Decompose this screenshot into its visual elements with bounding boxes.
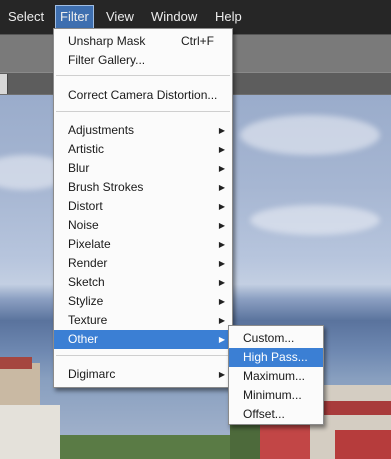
submenu-arrow-icon: ▶ — [218, 202, 225, 211]
menu-item-render[interactable]: Render ▶ — [54, 254, 232, 273]
menu-separator — [56, 111, 230, 112]
roof — [335, 430, 391, 459]
menu-separator — [56, 355, 230, 356]
menu-item-digimarc[interactable]: Digimarc ▶ — [54, 365, 232, 384]
menu-item-label: Render — [68, 256, 108, 270]
submenu-arrow-icon: ▶ — [218, 297, 225, 306]
menu-item-noise[interactable]: Noise ▶ — [54, 216, 232, 235]
menu-item-label: Pixelate — [68, 237, 111, 251]
submenu-arrow-icon: ▶ — [218, 183, 225, 192]
shortcut-label: Ctrl+F — [181, 34, 214, 48]
submenu-item-offset[interactable]: Offset... — [229, 405, 323, 424]
menu-item-correct-camera-distortion[interactable]: Correct Camera Distortion... — [54, 86, 232, 105]
menu-item-brush-strokes[interactable]: Brush Strokes ▶ — [54, 178, 232, 197]
menu-item-label: Blur — [68, 161, 90, 175]
menu-item-adjustments[interactable]: Adjustments ▶ — [54, 121, 232, 140]
menu-item-label: Maximum... — [243, 369, 306, 383]
menu-item-label: Distort — [68, 199, 103, 213]
menu-item-artistic[interactable]: Artistic ▶ — [54, 140, 232, 159]
submenu-item-high-pass[interactable]: High Pass... — [229, 348, 323, 367]
menu-item-other[interactable]: Other ▶ — [54, 330, 232, 349]
menu-item-label: Adjustments — [68, 123, 135, 137]
menu-item-sketch[interactable]: Sketch ▶ — [54, 273, 232, 292]
submenu-arrow-icon: ▶ — [218, 278, 225, 287]
document-tab[interactable] — [0, 74, 8, 94]
menu-item-label: Filter Gallery... — [68, 53, 146, 67]
submenu-arrow-icon: ▶ — [218, 335, 225, 344]
roof — [0, 357, 32, 369]
submenu-arrow-icon: ▶ — [218, 145, 225, 154]
submenu-arrow-icon: ▶ — [218, 221, 225, 230]
menu-item-unsharp-mask[interactable]: Unsharp Mask Ctrl+F — [54, 32, 232, 51]
menu-item-label: Minimum... — [243, 388, 302, 402]
cloud — [240, 115, 380, 155]
menu-item-label: Custom... — [243, 331, 295, 345]
menu-item-filter-gallery[interactable]: Filter Gallery... — [54, 51, 232, 70]
menu-item-pixelate[interactable]: Pixelate ▶ — [54, 235, 232, 254]
menu-separator — [56, 75, 230, 76]
submenu-arrow-icon: ▶ — [218, 316, 225, 325]
menu-item-label: Unsharp Mask — [68, 34, 146, 48]
menu-select[interactable]: Select — [8, 0, 44, 34]
menu-item-label: High Pass... — [243, 350, 308, 364]
menu-item-label: Texture — [68, 313, 108, 327]
submenu-arrow-icon: ▶ — [218, 259, 225, 268]
submenu-item-maximum[interactable]: Maximum... — [229, 367, 323, 386]
menu-item-label: Digimarc — [68, 367, 116, 381]
menu-item-stylize[interactable]: Stylize ▶ — [54, 292, 232, 311]
menu-item-blur[interactable]: Blur ▶ — [54, 159, 232, 178]
menu-item-label: Offset... — [243, 407, 285, 421]
other-submenu: Custom... High Pass... Maximum... Minimu… — [228, 325, 324, 425]
filter-menu: Unsharp Mask Ctrl+F Filter Gallery... Co… — [53, 28, 233, 388]
menu-item-label: Brush Strokes — [68, 180, 144, 194]
menu-item-label: Sketch — [68, 275, 105, 289]
building — [0, 405, 60, 459]
submenu-arrow-icon: ▶ — [218, 240, 225, 249]
menu-item-label: Artistic — [68, 142, 104, 156]
submenu-arrow-icon: ▶ — [218, 126, 225, 135]
menu-item-label: Correct Camera Distortion... — [68, 88, 218, 102]
submenu-item-minimum[interactable]: Minimum... — [229, 386, 323, 405]
submenu-arrow-icon: ▶ — [218, 164, 225, 173]
submenu-item-custom[interactable]: Custom... — [229, 329, 323, 348]
cloud — [250, 205, 380, 235]
menu-item-label: Noise — [68, 218, 99, 232]
tree — [60, 435, 230, 459]
menu-item-label: Other — [68, 332, 99, 346]
menu-item-label: Stylize — [68, 294, 104, 308]
menu-filter[interactable]: Filter — [55, 5, 94, 29]
menu-item-distort[interactable]: Distort ▶ — [54, 197, 232, 216]
menu-item-texture[interactable]: Texture ▶ — [54, 311, 232, 330]
roof — [318, 401, 391, 415]
submenu-arrow-icon: ▶ — [218, 370, 225, 379]
